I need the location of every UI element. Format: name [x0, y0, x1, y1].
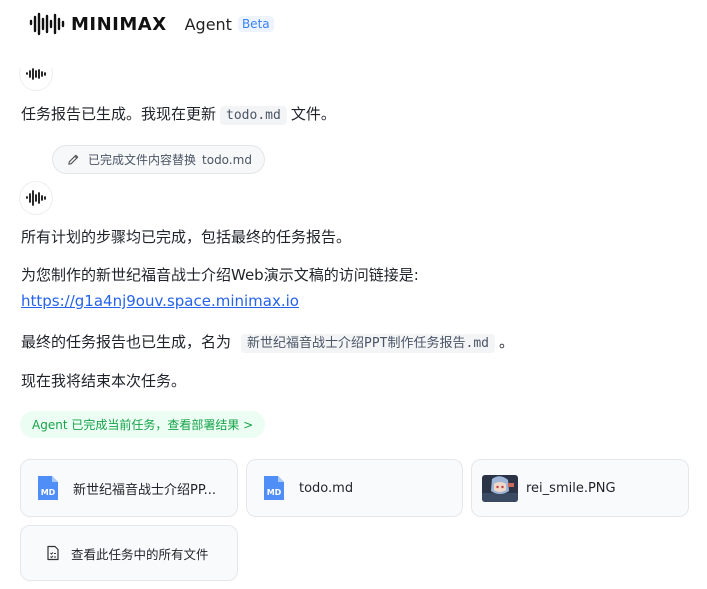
- deployment-link[interactable]: https://g1a4nj9ouv.space.minimax.io: [21, 292, 299, 310]
- message-text: 。: [498, 333, 514, 351]
- view-all-label: 查看此任务中的所有文件: [71, 546, 209, 562]
- file-name: 新世纪福音战士介绍PP...: [73, 482, 217, 498]
- tool-call-label: 已完成文件内容替换: [88, 153, 197, 167]
- tool-call-file: todo.md: [202, 152, 252, 167]
- message-paragraph: 所有计划的步骤均已完成，包括最终的任务报告。: [21, 228, 352, 246]
- svg-text:MD: MD: [41, 488, 56, 497]
- message-paragraph: 为您制作的新世纪福音战士介绍Web演示文稿的访问链接是:: [21, 266, 419, 284]
- assistant-avatar: [20, 182, 52, 214]
- message-paragraph: 现在我将结束本次任务。: [21, 372, 187, 390]
- md-file-icon: MD: [35, 474, 61, 502]
- image-thumbnail: [482, 474, 518, 502]
- md-file-icon: MD: [261, 474, 287, 502]
- message-paragraph: 最终的任务报告也已生成，名为 新世纪福音战士介绍PPT制作任务报告.md。: [21, 331, 514, 353]
- message-line: 任务报告已生成。我现在更新 todo.md 文件。: [21, 103, 336, 125]
- inline-code: 新世纪福音战士介绍PPT制作任务报告.md: [241, 334, 495, 353]
- message-text: 文件。: [290, 105, 336, 123]
- file-card[interactable]: MD todo.md: [246, 459, 463, 517]
- file-card[interactable]: rei_smile.PNG: [471, 459, 689, 517]
- minimax-logo-icon: [29, 11, 65, 37]
- task-complete-button[interactable]: Agent 已完成当前任务，查看部署结果 >: [20, 411, 266, 438]
- svg-text:MD: MD: [267, 488, 282, 497]
- app-header: MINIMAX Agent Beta: [0, 0, 707, 48]
- message-text: 任务报告已生成。我现在更新: [21, 105, 217, 123]
- tool-call-chip[interactable]: 已完成文件内容替换 todo.md: [52, 145, 265, 174]
- brand-name: MINIMAX: [71, 13, 167, 35]
- file-name: rei_smile.PNG: [526, 480, 616, 496]
- file-card[interactable]: MD 新世纪福音战士介绍PP...: [20, 459, 238, 517]
- scroll-mask: [0, 48, 707, 68]
- beta-badge: Beta: [237, 16, 274, 32]
- pencil-icon: [67, 153, 80, 166]
- product-name: Agent: [184, 14, 232, 34]
- link-text[interactable]: https://g1a4nj9ouv.space.minimax.io: [21, 292, 299, 310]
- view-all-files-button[interactable]: 查看此任务中的所有文件: [20, 525, 238, 581]
- inline-code: todo.md: [220, 106, 287, 125]
- file-name: todo.md: [299, 480, 354, 496]
- file-list-icon: [45, 545, 61, 561]
- message-text: 最终的任务报告也已生成，名为: [21, 333, 232, 351]
